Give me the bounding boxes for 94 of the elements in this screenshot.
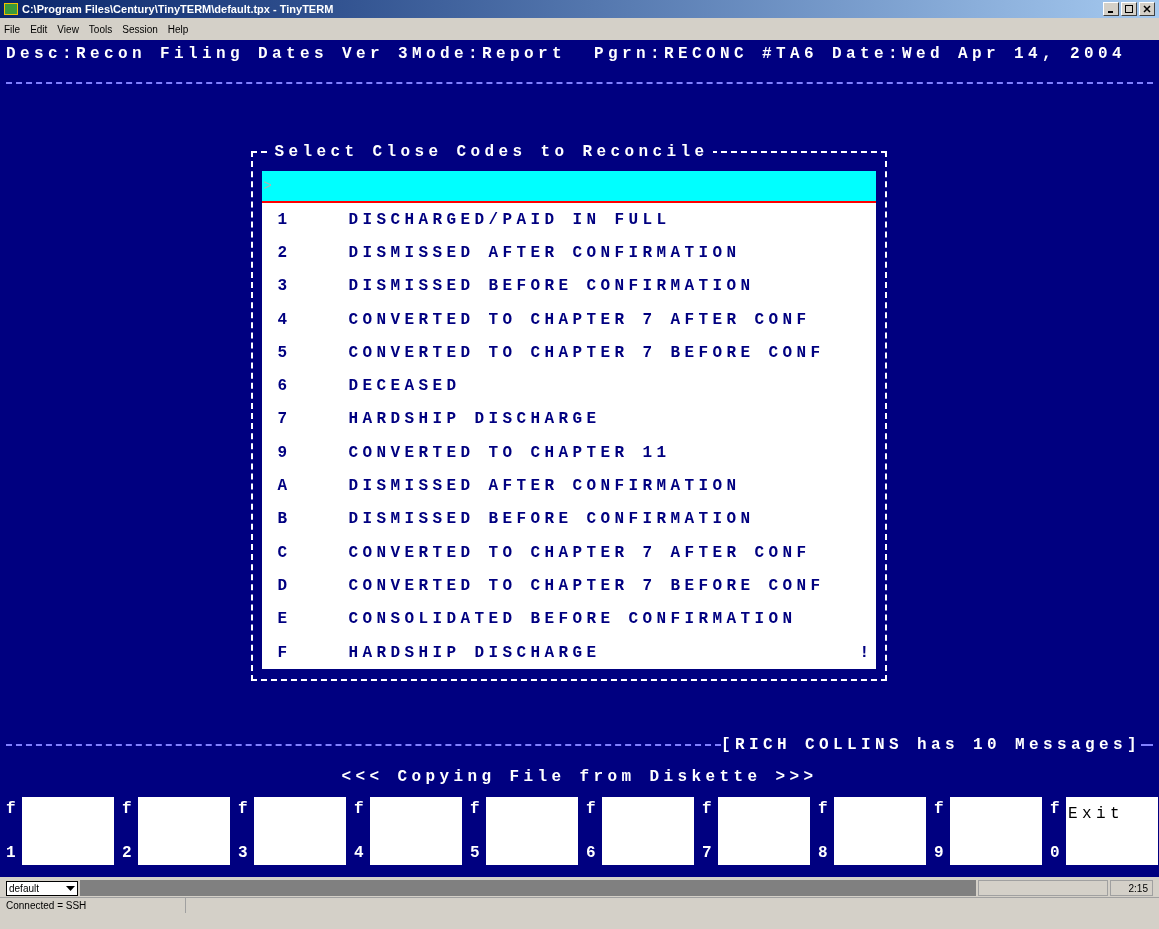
function-key[interactable]: f 8	[812, 797, 926, 866]
key-number: 1	[6, 845, 21, 862]
status-notice: <<< Copying File from Diskette >>>	[341, 769, 818, 786]
code-text: F	[276, 644, 293, 661]
list-row[interactable]: 3 DISMISSED BEFORE CONFIRMATION	[261, 269, 876, 303]
key-letter: f	[122, 801, 137, 818]
key-label: Exit	[1068, 805, 1124, 824]
function-key[interactable]: f 2	[116, 797, 230, 866]
function-key[interactable]: f 4	[348, 797, 462, 866]
code-text: D	[276, 577, 293, 594]
key-letter: f	[1050, 801, 1065, 818]
prompt-caret: >	[263, 176, 272, 195]
header-line: Desc:Recon Filing Dates Ver 3Mode:Report Pgrn:RECONC #TA6 Date:Wed Apr 14, 2004	[6, 46, 1128, 62]
menu-item[interactable]: Session	[122, 21, 158, 37]
key-letter: f	[934, 801, 949, 818]
list-row[interactable]: C CONVERTED TO CHAPTER 7 AFTER CONF	[261, 535, 876, 570]
code-text: A	[276, 478, 293, 494]
app-icon	[4, 3, 18, 15]
code-text: 7	[276, 411, 293, 428]
function-key[interactable]: f 5	[464, 797, 578, 866]
list-row[interactable]: 1 DISCHARGED/PAID IN FULL	[261, 203, 876, 237]
clock-text: 2:15	[1110, 880, 1153, 896]
code-text: 2	[276, 244, 293, 261]
menu-item[interactable]: Edit	[30, 21, 48, 37]
description-text: CONVERTED TO CHAPTER 11	[348, 444, 672, 461]
key-letter: f	[354, 801, 369, 818]
menu-item[interactable]: Tools	[88, 21, 113, 37]
code-text: B	[276, 511, 293, 528]
key-number: 3	[238, 845, 253, 862]
list-row[interactable]: 9 CONVERTED TO CHAPTER 11	[261, 436, 876, 470]
key-number: 7	[702, 845, 717, 862]
key-letter: f	[470, 801, 485, 818]
list-row[interactable]: 2 DISMISSED AFTER CONFIRMATION	[261, 236, 876, 270]
description-text: HARDSHIP DISCHARGE	[348, 411, 602, 428]
description-text: DISMISSED AFTER CONFIRMATION	[348, 478, 742, 494]
list-row[interactable]: E CONSOLIDATED BEFORE CONFIRMATION	[261, 602, 876, 636]
function-key[interactable]: f 3	[232, 797, 346, 866]
key-number: 9	[934, 845, 949, 862]
list-row[interactable]: 7 HARDSHIP DISCHARGE	[261, 402, 876, 437]
description-text: HARDSHIP DISCHARGE	[348, 644, 602, 661]
menu-item[interactable]: View	[57, 21, 79, 37]
list-row[interactable]: A DISMISSED AFTER CONFIRMATION	[261, 469, 876, 503]
more-marker: !	[859, 644, 875, 661]
menu-item[interactable]: Help	[167, 21, 189, 37]
code-text: C	[276, 544, 293, 561]
code-text: E	[276, 611, 293, 628]
description-text: CONSOLIDATED BEFORE CONFIRMATION	[348, 611, 798, 628]
profile-dropdown[interactable]: default	[6, 881, 78, 896]
message-count: [RICH COLLINS has 10 Messages]	[720, 737, 1141, 754]
description-text: DISMISSED BEFORE CONFIRMATION	[348, 511, 756, 528]
description-text: CONVERTED TO CHAPTER 7 BEFORE CONF	[348, 344, 826, 361]
key-number: 2	[122, 845, 137, 862]
list-row[interactable]: F HARDSHIP DISCHARGE !	[261, 635, 876, 670]
key-number: 0	[1050, 845, 1065, 862]
key-letter: f	[702, 801, 717, 818]
key-letter: f	[818, 801, 833, 818]
menu-item[interactable]: File	[4, 21, 21, 37]
list-row[interactable]: D CONVERTED TO CHAPTER 7 BEFORE CONF	[261, 569, 876, 603]
code-text: 9	[276, 444, 293, 461]
maximize-icon[interactable]	[1121, 2, 1137, 16]
code-text: 3	[276, 278, 293, 295]
description-text: DISMISSED BEFORE CONFIRMATION	[348, 278, 756, 295]
code-text: 4	[276, 311, 293, 328]
description-text: CONVERTED TO CHAPTER 7 BEFORE CONF	[348, 577, 826, 594]
list-row[interactable]: 4 CONVERTED TO CHAPTER 7 AFTER CONF	[261, 302, 876, 337]
key-number: 6	[586, 845, 601, 862]
list-row[interactable]: 6 DECEASED	[261, 369, 876, 403]
key-number: 8	[818, 845, 833, 862]
key-letter: f	[238, 801, 253, 818]
caret-icon	[66, 886, 75, 891]
function-key[interactable]: f 7	[696, 797, 810, 866]
code-text: 6	[276, 378, 293, 395]
code-text: 5	[276, 344, 293, 361]
function-key[interactable]: f 9	[928, 797, 1042, 866]
connection-status: Connected = SSH	[6, 898, 186, 913]
description-text: DECEASED	[348, 378, 462, 395]
function-key[interactable]: f 1	[0, 797, 114, 866]
code-text: 1	[276, 211, 293, 228]
key-number: 4	[354, 845, 369, 862]
minimize-icon[interactable]	[1103, 2, 1119, 16]
function-key[interactable]: f 6	[580, 797, 694, 866]
close-icon[interactable]	[1139, 2, 1155, 16]
window-title: C:\Program Files\Century\TinyTERM\default.tpx - TinyTERM	[22, 1, 335, 17]
dialog-title: Select Close Codes to Reconcile	[274, 143, 709, 161]
function-key[interactable]: f 0 Exit	[1044, 797, 1158, 866]
list-row[interactable]: B DISMISSED BEFORE CONFIRMATION	[261, 502, 876, 536]
description-text: CONVERTED TO CHAPTER 7 AFTER CONF	[348, 311, 812, 328]
description-text: CONVERTED TO CHAPTER 7 AFTER CONF	[348, 544, 812, 561]
key-number: 5	[470, 845, 485, 862]
description-text: DISCHARGED/PAID IN FULL	[348, 211, 672, 228]
description-text: DISMISSED AFTER CONFIRMATION	[348, 244, 742, 261]
key-letter: f	[6, 801, 21, 818]
list-row[interactable]: 5 CONVERTED TO CHAPTER 7 BEFORE CONF	[261, 336, 876, 370]
key-letter: f	[586, 801, 601, 818]
